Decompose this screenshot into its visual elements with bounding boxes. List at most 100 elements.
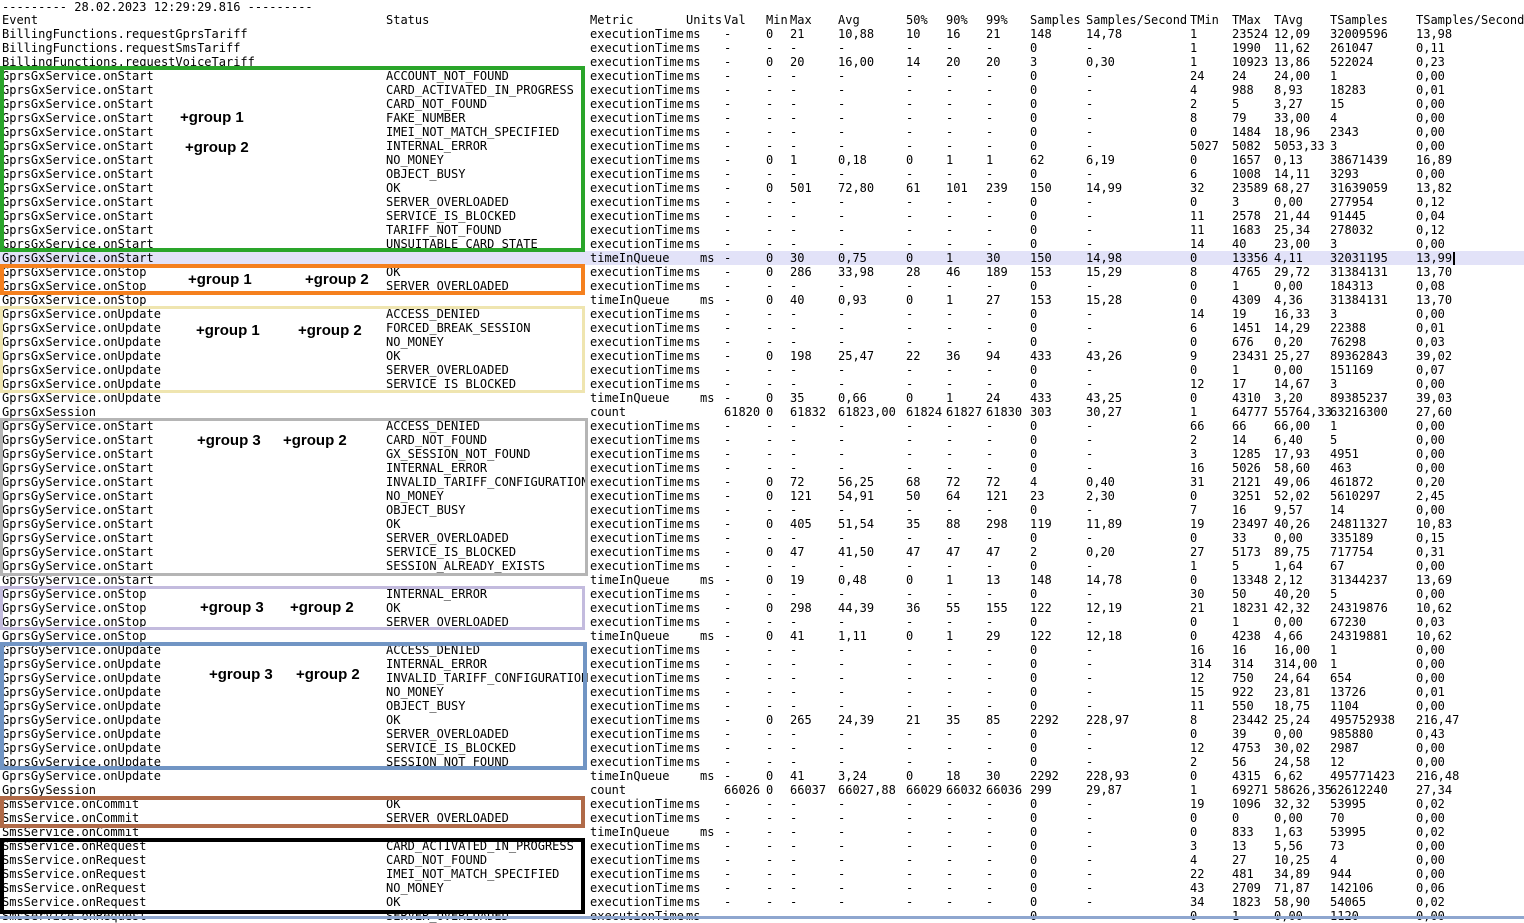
cell-max: 41 (790, 629, 805, 643)
cell-p50: - (906, 853, 914, 867)
cell-min: - (766, 559, 774, 573)
cell-p99: - (986, 97, 994, 111)
cell-val: - (724, 447, 732, 461)
cell-units: ms (686, 139, 701, 153)
cell-avg: - (838, 41, 846, 55)
cell-min: - (766, 419, 774, 433)
cell-tavg: 25,27 (1274, 349, 1311, 363)
cell-tavg: 24,58 (1274, 755, 1311, 769)
cell-tavg: 58626,35 (1274, 783, 1332, 797)
cell-samples: 148 (1030, 573, 1052, 587)
cell-max: - (790, 83, 798, 97)
cell-tsps: 0,00 (1416, 643, 1445, 657)
cell-tavg: 16,00 (1274, 643, 1311, 657)
cell-tmin: 9 (1190, 349, 1198, 363)
cell-tmin: 31 (1190, 475, 1205, 489)
cell-metric: executionTime (590, 559, 684, 573)
cell-tmin: 2 (1190, 755, 1198, 769)
cell-max: - (790, 685, 798, 699)
cell-sps: - (1086, 223, 1094, 237)
cell-min: - (766, 237, 774, 251)
cell-val: - (724, 559, 732, 573)
cell-tsamples: 335189 (1330, 531, 1374, 545)
cell-tmin: 1 (1190, 41, 1198, 55)
cell-p90: - (946, 447, 954, 461)
cell-tsps: 0,00 (1416, 811, 1445, 825)
cell-tmax: 1285 (1232, 447, 1261, 461)
cell-sps: - (1086, 139, 1094, 153)
cell-tsamples: 3293 (1330, 167, 1359, 181)
group-label: +group 2 (298, 322, 362, 339)
cell-metric: executionTime (590, 517, 684, 531)
cell-max: 61832 (790, 405, 827, 419)
cell-tmax: 676 (1232, 335, 1254, 349)
cell-tavg: 71,87 (1274, 881, 1311, 895)
cell-tavg: 24,64 (1274, 671, 1311, 685)
cell-tavg: 6,62 (1274, 769, 1303, 783)
cell-val: - (724, 769, 732, 783)
cell-p90: - (946, 741, 954, 755)
cell-p99: - (986, 419, 994, 433)
cell-min: 0 (766, 475, 774, 489)
cell-tmax: 833 (1232, 825, 1254, 839)
cell-tavg: 24,00 (1274, 69, 1311, 83)
cell-tsps: 0,01 (1416, 685, 1445, 699)
cell-min: - (766, 643, 774, 657)
cell-tmax: 1657 (1232, 153, 1261, 167)
cell-tmax: 5082 (1232, 139, 1261, 153)
cell-min: 0 (766, 573, 774, 587)
cell-p50: - (906, 587, 914, 601)
cell-p99: 24 (986, 391, 1001, 405)
cell-p50: - (906, 811, 914, 825)
cell-p90: - (946, 755, 954, 769)
cell-units: ms (686, 181, 701, 195)
cell-avg: - (838, 83, 846, 97)
cell-tmax: 23589 (1232, 181, 1269, 195)
cell-p90: - (946, 671, 954, 685)
cell-p50: - (906, 657, 914, 671)
cell-p50: - (906, 209, 914, 223)
cell-p90: - (946, 867, 954, 881)
cell-samples: 0 (1030, 125, 1038, 139)
cell-p50: - (906, 125, 914, 139)
cell-event: BillingFunctions.requestGprsTariff (2, 27, 248, 41)
cell-metric: executionTime (590, 97, 684, 111)
cell-max: - (790, 825, 798, 839)
cell-sps: - (1086, 503, 1094, 517)
cell-samples: 0 (1030, 167, 1038, 181)
cell-avg: 16,00 (838, 55, 875, 69)
cell-min: - (766, 503, 774, 517)
cell-tmax: 40 (1232, 237, 1247, 251)
cell-avg: 51,54 (838, 517, 875, 531)
cell-p50: - (906, 531, 914, 545)
cell-p90: - (946, 895, 954, 909)
cell-tsps: 0,11 (1416, 41, 1445, 55)
cell-tmin: 1 (1190, 783, 1198, 797)
cell-p90: - (946, 83, 954, 97)
cell-metric: timeInQueue (590, 251, 670, 265)
cell-samples: 150 (1030, 181, 1052, 195)
cell-min: - (766, 671, 774, 685)
cell-samples: 0 (1030, 447, 1038, 461)
cell-max: - (790, 615, 798, 629)
cell-metric: executionTime (590, 601, 684, 615)
cell-metric: executionTime (590, 657, 684, 671)
cell-samples: 0 (1030, 671, 1038, 685)
cell-tavg: 18,96 (1274, 125, 1311, 139)
cell-val: - (724, 643, 732, 657)
cell-p50: - (906, 237, 914, 251)
cell-p90: 61827 (946, 405, 983, 419)
cell-p99: 13 (986, 573, 1001, 587)
column-header-avg: Avg (838, 13, 860, 27)
metrics-report-text-area[interactable]: --------- 28.02.2023 12:29:29.816 ------… (0, 0, 1524, 923)
cell-min: - (766, 195, 774, 209)
cell-min: - (766, 797, 774, 811)
cell-tavg: 0,00 (1274, 811, 1303, 825)
cell-val: - (724, 713, 732, 727)
cell-avg: 10,88 (838, 27, 875, 41)
cell-samples: 0 (1030, 503, 1038, 517)
cell-p90: - (946, 587, 954, 601)
cell-val: - (724, 209, 732, 223)
cell-tmin: 0 (1190, 629, 1198, 643)
cell-tsps: 0,03 (1416, 335, 1445, 349)
